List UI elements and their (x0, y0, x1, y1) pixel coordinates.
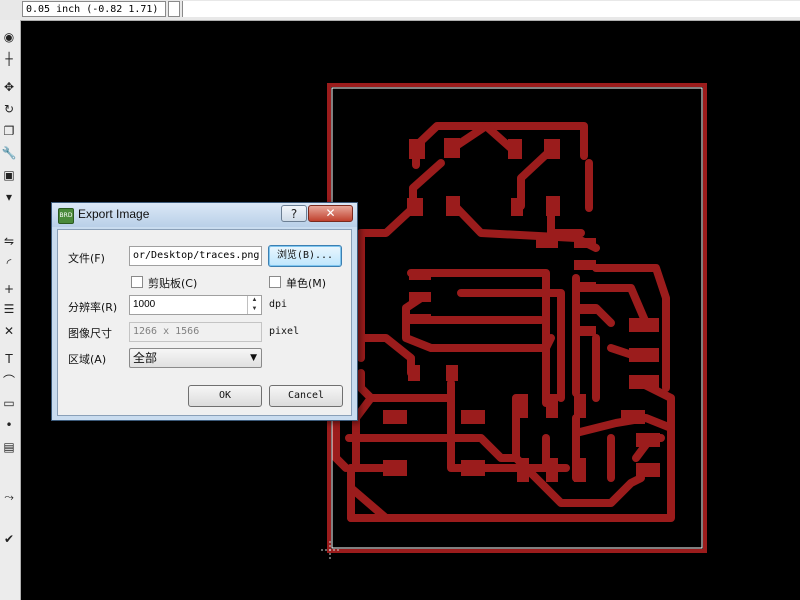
route-icon[interactable]: ⤳ (0, 488, 18, 506)
status-bar-separator (168, 1, 180, 17)
drc-icon[interactable]: ✔ (0, 530, 18, 548)
monochrome-label: 单色(M) (286, 277, 327, 290)
resolution-unit: dpi (269, 299, 288, 310)
help-button[interactable]: ? (281, 205, 307, 222)
image-size-label: 图像尺寸 (68, 327, 112, 340)
file-label: 文件(F) (68, 252, 105, 265)
mirror-icon[interactable]: ⇋ (0, 232, 18, 250)
clipboard-checkbox[interactable] (131, 276, 143, 288)
spin-down-icon[interactable]: ▼ (248, 305, 261, 314)
export-image-dialog: BRD Export Image ? ✕ 文件(F) or/Desktop/tr… (51, 202, 358, 421)
dropdown-arrow-icon: ▼ (250, 353, 257, 363)
file-path-input[interactable]: or/Desktop/traces.png (129, 246, 262, 266)
dialog-titlebar[interactable]: BRD Export Image ? ✕ (52, 203, 357, 227)
curve-icon[interactable]: ⌒ (0, 372, 18, 390)
clipboard-label: 剪贴板(C) (148, 277, 198, 290)
command-line-input[interactable] (182, 1, 800, 17)
resolution-input[interactable]: 1000 ▲ ▼ (129, 295, 262, 315)
eagle-app-icon: BRD (58, 208, 74, 224)
resolution-value: 1000 (133, 299, 156, 310)
cross-icon[interactable]: ✕ (0, 322, 18, 340)
tool-palette: ◉ ┼ ✥ ↻ ❐ 🔧 ▣ ▾ ⇋ ◜ + ☰ ✕ T ⌒ ▭ • ▤ ⤳ ✔ (0, 20, 21, 600)
plus-icon[interactable]: + (0, 280, 18, 298)
move-icon[interactable]: ✥ (0, 78, 18, 96)
browse-button[interactable]: 浏览(B)... (268, 245, 342, 267)
area-label: 区域(A) (68, 353, 107, 366)
rect-icon[interactable]: ▭ (0, 394, 18, 412)
resolution-label: 分辨率(R) (68, 301, 118, 314)
eye-icon[interactable]: ◉ (0, 28, 18, 46)
image-size-field: 1266 x 1566 (129, 322, 262, 342)
coordinate-readout: 0.05 inch (-0.82 1.71) (22, 1, 166, 17)
area-selected-value: 全部 (133, 351, 158, 365)
monochrome-checkbox[interactable] (269, 276, 281, 288)
resolution-spinner[interactable]: ▲ ▼ (247, 296, 261, 314)
list-icon[interactable]: ☰ (0, 300, 18, 318)
attribute-icon[interactable]: ▤ (0, 438, 18, 456)
spin-up-icon[interactable]: ▲ (248, 296, 261, 305)
paste-icon[interactable]: ▾ (0, 188, 18, 206)
dot-line-icon[interactable]: • (0, 416, 18, 434)
dialog-title: Export Image (78, 207, 150, 221)
status-bar: 0.05 inch (-0.82 1.71) (0, 0, 800, 21)
grid-icon[interactable]: ┼ (0, 50, 18, 68)
ok-button[interactable]: OK (188, 385, 262, 407)
arc-icon[interactable]: ◜ (0, 254, 18, 272)
cancel-button[interactable]: Cancel (269, 385, 343, 407)
copy-icon[interactable]: ❐ (0, 122, 18, 140)
rotate-icon[interactable]: ↻ (0, 100, 18, 118)
area-dropdown[interactable]: 全部 ▼ (129, 348, 262, 368)
image-size-unit: pixel (269, 326, 300, 337)
wrench-icon[interactable]: 🔧 (0, 144, 18, 162)
text-icon[interactable]: T (0, 350, 18, 368)
close-button[interactable]: ✕ (308, 205, 353, 222)
dialog-content: 文件(F) or/Desktop/traces.png 浏览(B)... 剪贴板… (57, 229, 352, 416)
group-icon[interactable]: ▣ (0, 166, 18, 184)
